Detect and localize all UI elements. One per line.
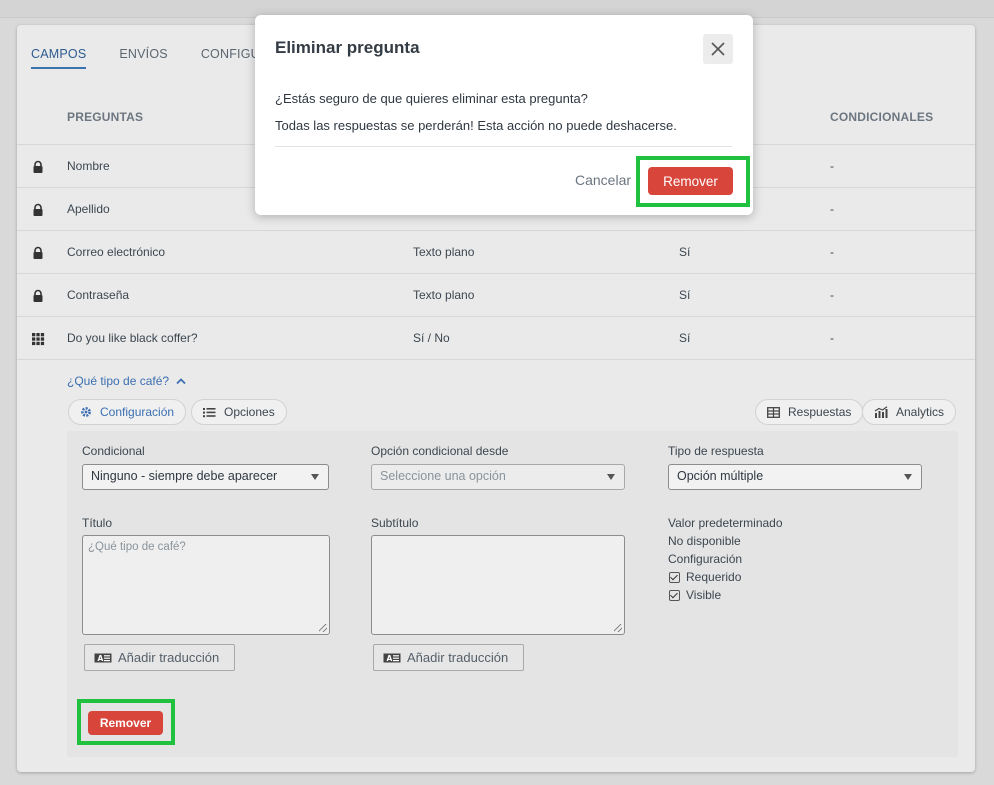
delete-question-modal: Eliminar pregunta ¿Estás seguro de que q… xyxy=(255,15,753,215)
opcion-condicional-placeholder: Seleccione una opción xyxy=(380,469,506,483)
table-row[interactable]: Do you like black coffer? Sí / No Sí - xyxy=(17,317,975,360)
svg-text:A: A xyxy=(387,654,393,663)
condicional-select[interactable]: Ninguno - siempre debe aparecer xyxy=(82,464,329,490)
row-question: Do you like black coffer? xyxy=(67,331,198,345)
modal-cancel-button[interactable]: Cancelar xyxy=(575,172,631,188)
row-conditional: - xyxy=(830,288,834,302)
table-row[interactable]: Correo electrónico Texto plano Sí - xyxy=(17,231,975,274)
chevron-up-icon xyxy=(176,378,187,385)
add-translation-button-titulo[interactable]: A Añadir traducción xyxy=(84,644,235,671)
row-required: Sí xyxy=(679,245,691,259)
row-question: Apellido xyxy=(67,202,110,216)
row-conditional: - xyxy=(830,159,834,173)
modal-warning: Todas las respuestas se perderán! Esta a… xyxy=(275,118,677,133)
pill-label: Respuestas xyxy=(788,405,852,419)
tipo-respuesta-select[interactable]: Opción múltiple xyxy=(668,464,922,490)
table-row[interactable]: Contraseña Texto plano Sí - xyxy=(17,274,975,317)
question-link-label: ¿Qué tipo de café? xyxy=(67,374,170,388)
row-conditional: - xyxy=(830,202,834,216)
condicional-label: Condicional xyxy=(82,444,145,458)
modal-divider xyxy=(275,146,732,147)
question-config-panel: Condicional Ninguno - siempre debe apare… xyxy=(67,431,958,757)
dropdown-arrow-icon xyxy=(311,474,319,480)
translate-label: Añadir traducción xyxy=(407,650,509,665)
remove-question-button[interactable]: Remover xyxy=(88,711,163,735)
requerido-label: Requerido xyxy=(686,570,742,584)
opcion-condicional-label: Opción condicional desde xyxy=(371,444,509,458)
titulo-textarea[interactable]: ¿Qué tipo de café? xyxy=(82,535,330,635)
row-question: Nombre xyxy=(67,159,110,173)
titulo-placeholder: ¿Qué tipo de café? xyxy=(88,541,186,553)
visible-label: Visible xyxy=(686,588,722,602)
column-header-condicionales: CONDICIONALES xyxy=(830,110,934,124)
tab-opciones-pill[interactable]: Opciones xyxy=(191,399,287,425)
dropdown-arrow-icon xyxy=(607,474,615,480)
row-type: Texto plano xyxy=(413,245,475,259)
modal-close-button[interactable] xyxy=(703,34,733,64)
pill-label: Analytics xyxy=(896,405,945,419)
modal-remove-button[interactable]: Remover xyxy=(648,167,733,195)
row-question: Contraseña xyxy=(67,288,130,302)
condicional-value: Ninguno - siempre debe aparecer xyxy=(91,469,278,483)
tab-configuracion-pill[interactable]: Configuración xyxy=(68,399,187,425)
table-icon xyxy=(767,406,780,418)
tipo-respuesta-label: Tipo de respuesta xyxy=(668,444,764,458)
resize-handle-icon[interactable] xyxy=(319,624,327,632)
column-header-preguntas: PREGUNTAS xyxy=(67,110,144,124)
lock-icon xyxy=(33,289,43,302)
row-type: Texto plano xyxy=(413,288,475,302)
translate-icon: A xyxy=(383,653,401,663)
modal-message: ¿Estás seguro de que quieres eliminar es… xyxy=(275,91,588,106)
requerido-checkbox[interactable]: Requerido xyxy=(669,570,741,584)
analytics-button[interactable]: Analytics xyxy=(862,399,957,425)
configuracion-label: Configuración xyxy=(668,552,743,566)
visible-checkbox[interactable]: Visible xyxy=(669,588,721,602)
tab-envios[interactable]: ENVÍOS xyxy=(119,47,167,69)
chart-icon xyxy=(874,406,888,418)
checkbox-checked-icon xyxy=(669,589,680,601)
opcion-condicional-select[interactable]: Seleccione una opción xyxy=(371,464,625,490)
translate-icon: A xyxy=(94,653,112,663)
row-conditional: - xyxy=(830,245,834,259)
translate-label: Añadir traducción xyxy=(118,650,220,665)
row-type: Sí / No xyxy=(413,331,450,345)
subtitulo-label: Subtítulo xyxy=(371,516,419,530)
grid-icon[interactable] xyxy=(31,332,45,346)
respuestas-button[interactable]: Respuestas xyxy=(755,399,864,425)
subtitulo-textarea[interactable] xyxy=(371,535,625,635)
row-conditional: - xyxy=(830,331,834,345)
pill-label: Opciones xyxy=(224,405,275,419)
dropdown-arrow-icon xyxy=(904,474,912,480)
row-required: Sí xyxy=(679,288,691,302)
titulo-label: Título xyxy=(82,516,113,530)
question-collapse-link[interactable]: ¿Qué tipo de café? xyxy=(67,374,187,388)
close-icon xyxy=(711,42,725,56)
lock-icon xyxy=(33,203,43,216)
gear-icon xyxy=(81,407,91,417)
lock-icon xyxy=(33,246,43,259)
tab-campos[interactable]: CAMPOS xyxy=(31,47,87,69)
valor-predeterminado-label: Valor predeterminado xyxy=(668,516,783,530)
pill-label: Configuración xyxy=(100,405,175,419)
tipo-respuesta-value: Opción múltiple xyxy=(677,469,764,483)
lock-icon xyxy=(33,160,43,173)
modal-title: Eliminar pregunta xyxy=(275,38,420,57)
checkbox-checked-icon xyxy=(669,571,680,583)
add-translation-button-subtitulo[interactable]: A Añadir traducción xyxy=(373,644,524,671)
valor-predeterminado-value: No disponible xyxy=(668,534,741,548)
list-icon xyxy=(203,407,216,417)
row-required: Sí xyxy=(679,331,691,345)
row-question: Correo electrónico xyxy=(67,245,166,259)
svg-text:A: A xyxy=(98,654,104,663)
resize-handle-icon[interactable] xyxy=(614,624,622,632)
